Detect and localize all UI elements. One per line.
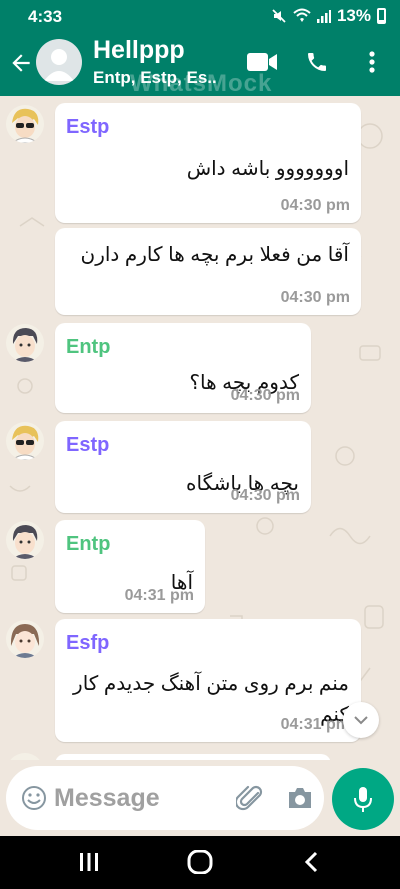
sender-avatar[interactable] bbox=[6, 324, 44, 362]
sender-avatar[interactable] bbox=[6, 521, 44, 559]
voice-message-button[interactable] bbox=[332, 768, 394, 830]
sunglasses-blond-avatar-icon bbox=[11, 425, 39, 460]
chat-title[interactable]: Hellppp bbox=[93, 36, 185, 65]
attach-icon[interactable] bbox=[236, 785, 266, 813]
system-navigation-bar bbox=[0, 836, 400, 889]
message-time: 04:30 pm bbox=[280, 289, 350, 306]
message-input-container[interactable] bbox=[6, 766, 324, 830]
status-bar: 4:33 13% bbox=[0, 0, 400, 33]
message-bubble[interactable]: Entp کدوم بچه ها؟ 04:30 pm bbox=[55, 323, 311, 413]
chat-participants[interactable]: Entp, Estp, Es.. bbox=[93, 68, 233, 88]
message-sender: Estp bbox=[66, 116, 110, 138]
status-time: 4:33 bbox=[28, 7, 63, 26]
home-icon[interactable] bbox=[187, 850, 213, 874]
sender-avatar[interactable] bbox=[6, 620, 44, 658]
message-sender: Esfp bbox=[66, 632, 110, 654]
brown-hair-girl-avatar-icon bbox=[10, 624, 40, 658]
more-options-icon[interactable] bbox=[366, 49, 378, 75]
message-bubble[interactable]: آقا من فعلا برم بچه ها کارم دارن 04:30 p… bbox=[55, 228, 361, 315]
message-composer bbox=[0, 760, 400, 836]
message-bubble[interactable]: Estp اووووووو باشه داش 04:30 pm bbox=[55, 103, 361, 223]
message-time: 04:31 pm bbox=[280, 716, 350, 733]
emoji-icon[interactable] bbox=[21, 785, 47, 811]
chat-header: WhatsMock Hellppp Entp, Estp, Es.. bbox=[0, 33, 400, 97]
battery-icon bbox=[377, 8, 386, 24]
message-bubble[interactable]: Estp بچه ها باشگاه 04:30 pm bbox=[55, 421, 311, 513]
signal-icon bbox=[316, 10, 331, 23]
group-avatar[interactable] bbox=[36, 39, 82, 85]
chat-messages[interactable]: Estp اووووووو باشه داش 04:30 pm آقا من ف… bbox=[0, 96, 400, 760]
message-bubble[interactable]: Esfp منم برم روی متن آهنگ جدیدم کار کنم … bbox=[55, 619, 361, 742]
message-text: آقا من فعلا برم بچه ها کارم دارن bbox=[80, 244, 349, 266]
recent-apps-icon[interactable] bbox=[78, 850, 100, 874]
message-sender: Estp bbox=[66, 434, 110, 456]
sender-avatar[interactable] bbox=[6, 422, 44, 460]
message-time: 04:31 pm bbox=[124, 587, 194, 604]
camera-icon[interactable] bbox=[286, 786, 314, 810]
message-input[interactable] bbox=[54, 780, 214, 816]
video-call-icon[interactable] bbox=[246, 49, 278, 75]
battery-percentage: 13% bbox=[336, 6, 371, 25]
wifi-icon bbox=[293, 8, 311, 22]
message-text: اووووووو باشه داش bbox=[186, 158, 349, 180]
message-sender: Entp bbox=[66, 336, 111, 358]
status-icons: 13% bbox=[271, 6, 386, 26]
microphone-icon bbox=[354, 787, 372, 812]
dark-hair-boy-avatar-icon bbox=[12, 525, 38, 559]
back-arrow-icon[interactable] bbox=[8, 50, 34, 76]
message-time: 04:30 pm bbox=[280, 197, 350, 214]
mute-icon bbox=[272, 9, 286, 23]
person-placeholder-icon bbox=[44, 49, 74, 81]
sender-avatar[interactable] bbox=[6, 105, 44, 143]
dark-hair-boy-avatar-icon bbox=[12, 328, 38, 362]
message-bubble[interactable]: Entp آها 04:31 pm bbox=[55, 520, 205, 613]
chevron-down-icon bbox=[354, 716, 368, 725]
voice-call-icon[interactable] bbox=[305, 49, 329, 75]
back-nav-icon[interactable] bbox=[302, 850, 320, 874]
message-time: 04:30 pm bbox=[230, 387, 300, 404]
message-sender: Entp bbox=[66, 533, 111, 555]
message-time: 04:30 pm bbox=[230, 487, 300, 504]
scroll-to-bottom-button[interactable] bbox=[343, 702, 379, 738]
sunglasses-blond-avatar-icon bbox=[11, 108, 39, 143]
